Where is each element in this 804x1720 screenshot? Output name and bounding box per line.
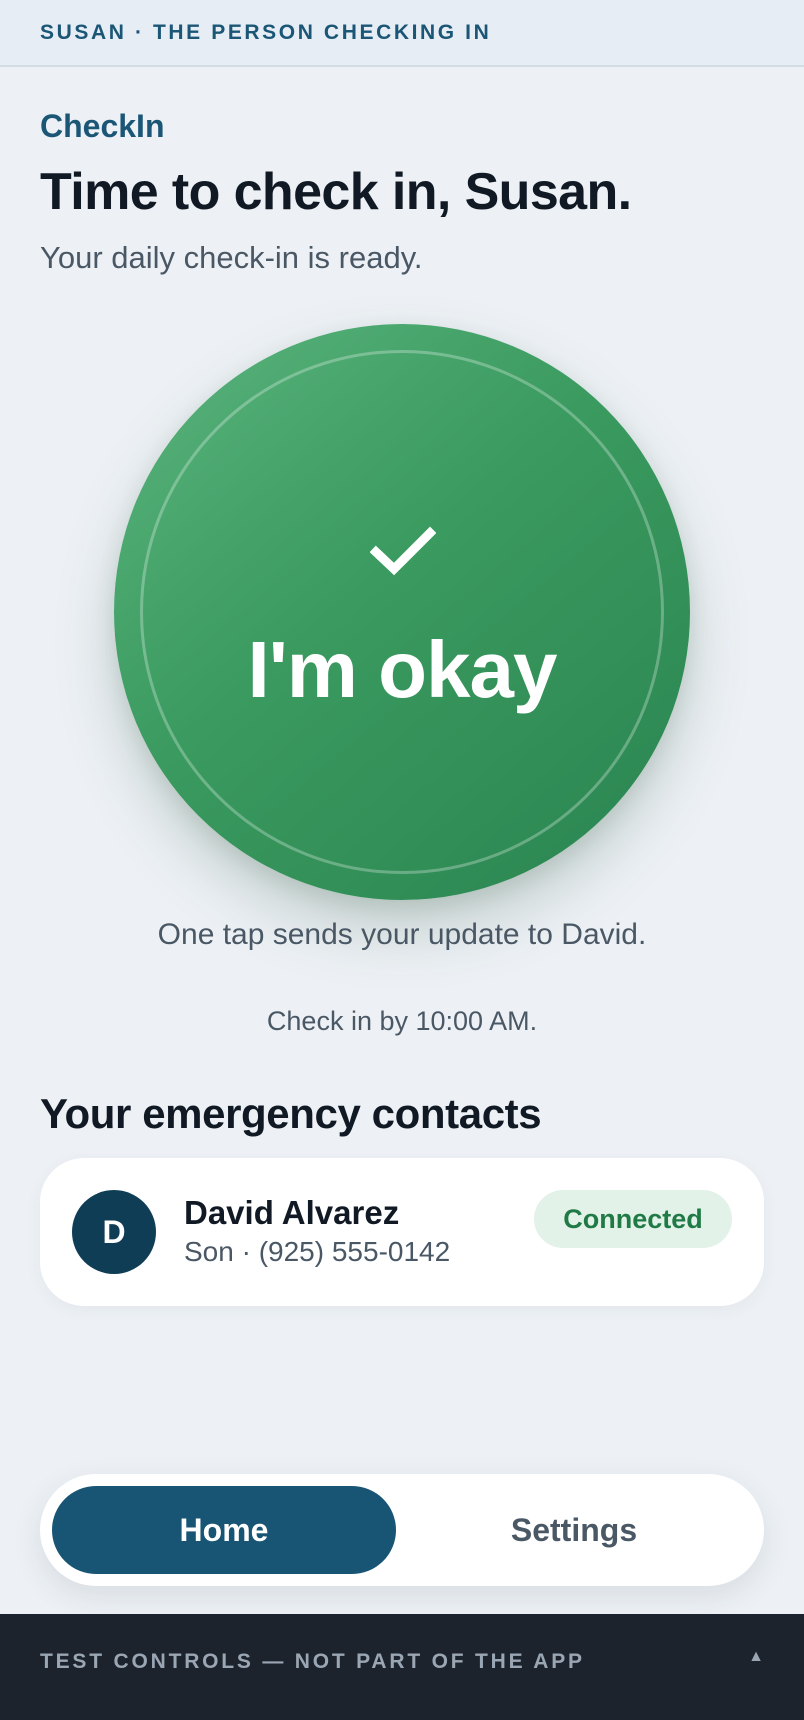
checkin-hint: One tap sends your update to David. <box>157 918 647 951</box>
check-icon <box>370 526 436 576</box>
contact-detail: Son · (925) 555-0142 <box>184 1236 451 1267</box>
app-brand: CheckIn <box>40 108 165 144</box>
page-subtitle: Your daily check-in is ready. <box>40 240 423 275</box>
role-banner: SUSAN · THE PERSON CHECKING IN <box>0 0 804 67</box>
page-title: Time to check in, Susan. <box>40 163 632 221</box>
chevron-up-icon[interactable]: ▲ <box>748 1648 764 1666</box>
avatar: D <box>72 1190 156 1274</box>
contacts-section-title: Your emergency contacts <box>40 1090 542 1137</box>
test-controls-label: TEST CONTROLS — NOT PART OF THE APP <box>40 1650 585 1673</box>
bottom-nav: Home Settings <box>40 1474 764 1586</box>
status-badge: Connected <box>534 1190 732 1248</box>
checkin-deadline: Check in by 10:00 AM. <box>266 1006 538 1036</box>
contact-name: David Alvarez <box>184 1194 400 1231</box>
im-okay-button[interactable]: I'm okay <box>114 324 690 900</box>
contact-card[interactable]: D David Alvarez Son · (925) 555-0142 Con… <box>40 1158 764 1306</box>
button-ring <box>140 350 664 874</box>
tab-settings[interactable]: Settings <box>396 1486 752 1574</box>
im-okay-label: I'm okay <box>247 625 558 714</box>
tab-home[interactable]: Home <box>52 1486 396 1574</box>
test-controls-bar[interactable]: TEST CONTROLS — NOT PART OF THE APP ▲ <box>0 1614 804 1720</box>
role-banner-text: SUSAN · THE PERSON CHECKING IN <box>40 20 492 44</box>
